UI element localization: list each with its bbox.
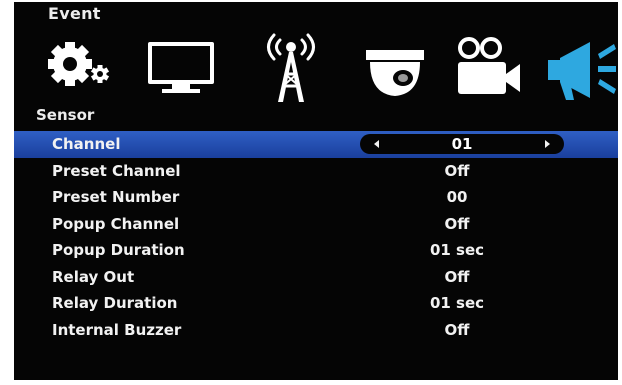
setting-row-preset-number[interactable]: Preset Number 00 bbox=[14, 184, 618, 211]
setting-value: Off bbox=[444, 320, 470, 339]
settings-list: Channel 01 Preset Channel Off Preset Num… bbox=[14, 131, 618, 343]
setting-row-relay-out[interactable]: Relay Out Off bbox=[14, 264, 618, 291]
setting-row-popup-channel[interactable]: Popup Channel Off bbox=[14, 211, 618, 238]
setting-label: Channel bbox=[52, 135, 121, 153]
setting-label: Relay Duration bbox=[52, 294, 178, 312]
dome-camera-icon[interactable] bbox=[358, 30, 438, 110]
category-icon-bar bbox=[14, 30, 618, 110]
video-camera-icon[interactable] bbox=[454, 30, 534, 110]
monitor-icon[interactable] bbox=[142, 30, 222, 110]
setting-label: Internal Buzzer bbox=[52, 320, 182, 339]
page-title: Event bbox=[48, 4, 101, 23]
setting-label: Preset Channel bbox=[52, 161, 181, 180]
setting-value: Off bbox=[444, 161, 470, 180]
gear-icon[interactable] bbox=[40, 30, 120, 110]
antenna-icon[interactable] bbox=[256, 30, 326, 110]
setting-row-preset-channel[interactable]: Preset Channel Off bbox=[14, 158, 618, 185]
setting-value: 00 bbox=[446, 188, 468, 206]
setting-row-popup-duration[interactable]: Popup Duration 01 sec bbox=[14, 237, 618, 264]
section-label: Sensor bbox=[36, 106, 95, 124]
channel-selector[interactable]: 01 bbox=[360, 134, 564, 154]
arrow-right-icon[interactable] bbox=[545, 140, 550, 148]
setting-label: Preset Number bbox=[52, 188, 180, 206]
setting-label: Relay Out bbox=[52, 267, 135, 286]
setting-value: 01 bbox=[451, 135, 473, 153]
megaphone-icon[interactable] bbox=[544, 30, 618, 110]
setting-row-relay-duration[interactable]: Relay Duration 01 sec bbox=[14, 290, 618, 317]
setting-value: Off bbox=[444, 214, 470, 233]
setting-label: Popup Duration bbox=[52, 241, 185, 259]
event-menu-screen: Event Sensor Channel 01 Preset Channel O… bbox=[14, 2, 618, 380]
setting-value: 01 sec bbox=[429, 241, 485, 259]
setting-row-channel[interactable]: Channel 01 bbox=[14, 131, 618, 158]
setting-value: Off bbox=[444, 267, 470, 286]
setting-value: 01 sec bbox=[429, 294, 485, 312]
setting-label: Popup Channel bbox=[52, 214, 180, 233]
setting-row-internal-buzzer[interactable]: Internal Buzzer Off bbox=[14, 317, 618, 344]
